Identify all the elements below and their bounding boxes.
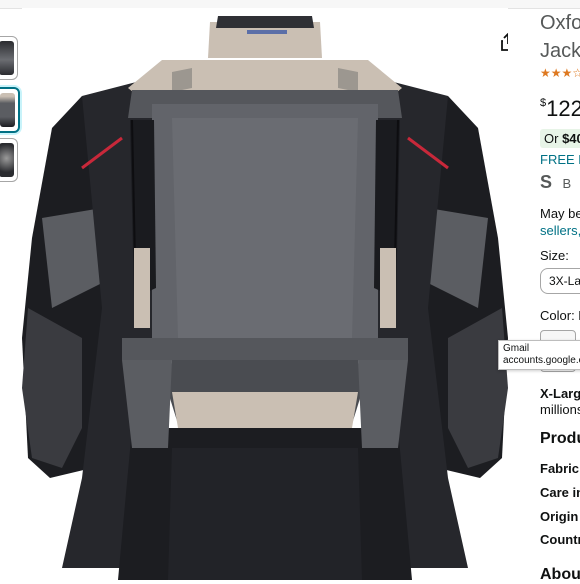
link-tooltip: Gmail accounts.google.co <box>498 340 580 370</box>
about-heading: Abou <box>540 566 580 583</box>
may-be-text: May be <box>540 206 580 221</box>
origin-label: Origin <box>540 509 579 524</box>
s-badge: S <box>540 172 553 192</box>
product-main-image[interactable] <box>22 8 508 580</box>
price-value: 122 <box>546 96 580 121</box>
sellers-link[interactable]: sellers, <box>540 223 580 238</box>
product-details-heading: Produ <box>540 430 580 447</box>
price-symbol: $ <box>540 96 547 109</box>
tooltip-title: Gmail <box>503 343 530 354</box>
installment-deal: Or $40 <box>540 129 580 148</box>
fabric-label: Fabric t <box>540 461 580 476</box>
rating-stars[interactable]: ★★★☆☆ <box>540 66 580 80</box>
thumbnail-back-selected[interactable] <box>0 87 20 133</box>
deal-amount: $40 <box>562 131 580 146</box>
prime-row: S B <box>540 172 571 193</box>
price: $122 <box>540 96 580 122</box>
millions-text: millions <box>540 402 580 417</box>
size-dropdown[interactable]: 3X-La <box>540 268 580 294</box>
s-text: B <box>562 176 572 191</box>
color-label: Color: D <box>540 308 580 323</box>
deal-prefix: Or <box>544 131 563 146</box>
product-title-line1[interactable]: Oxfo <box>540 12 580 35</box>
size-label: Size: <box>540 248 569 263</box>
free-returns-link[interactable]: FREE Re <box>540 152 580 167</box>
thumbnail-front[interactable] <box>0 36 18 80</box>
country-label: Country <box>540 532 580 547</box>
share-icon <box>501 33 508 51</box>
product-info-column: Oxfo Jacke ★★★☆☆ $122 Or $40 FREE Re S B… <box>540 0 580 583</box>
tooltip-url: accounts.google.co <box>503 355 580 366</box>
jacket-back-illustration <box>22 16 508 580</box>
care-label: Care ins <box>540 485 580 500</box>
product-title-line2[interactable]: Jacke <box>540 40 580 63</box>
xlarge-text: X-Large <box>540 386 580 401</box>
thumbnail-detail[interactable] <box>0 138 18 182</box>
